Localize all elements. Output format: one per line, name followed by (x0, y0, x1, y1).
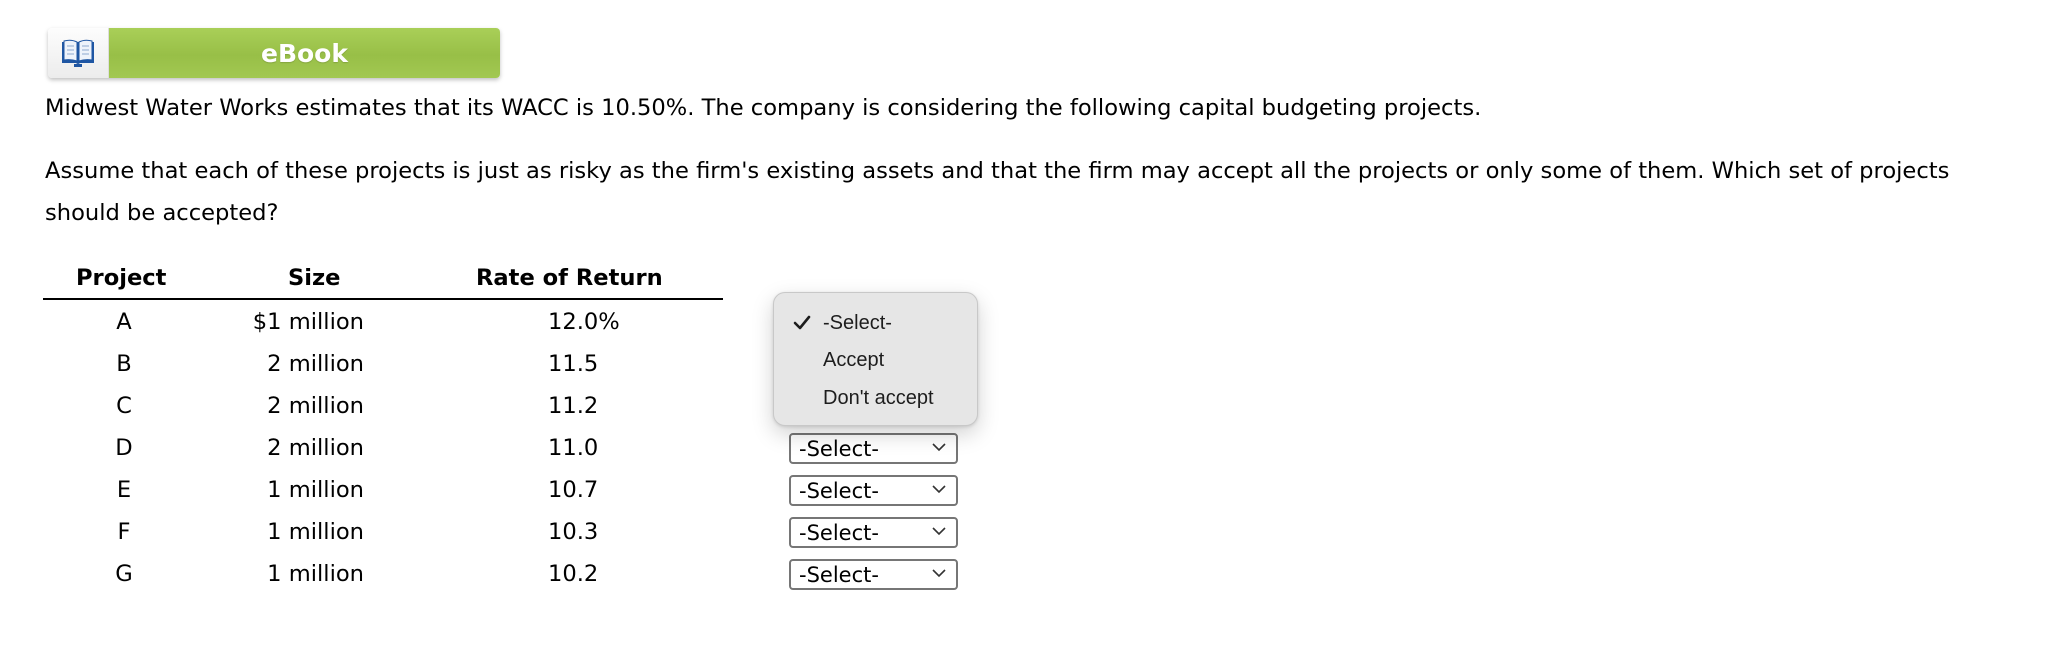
header-rate-of-return: Rate of Return (476, 265, 663, 291)
chevron-down-icon (932, 569, 946, 578)
table-row: A $1 million 12.0% (43, 300, 723, 342)
table-row: G 1 million 10.2 (43, 552, 723, 594)
chevron-down-icon (932, 485, 946, 494)
cell-project: F (117, 519, 131, 545)
cell-size: 2 million (267, 351, 364, 377)
select-project-e[interactable]: -Select- (789, 475, 958, 506)
table-row: C 2 million 11.2 (43, 384, 723, 426)
ebook-label-box: eBook (109, 28, 500, 78)
cell-size: 2 million (267, 393, 364, 419)
open-book-icon (62, 39, 94, 67)
cell-rate: 11.0 (548, 435, 599, 461)
projects-table: Project Size Rate of Return A $1 million… (43, 258, 723, 594)
chevron-down-icon (932, 443, 946, 452)
cell-size: 1 million (267, 519, 364, 545)
cell-rate: 10.7 (548, 477, 599, 503)
dropdown-popup: -Select- Accept Don't accept (773, 292, 978, 426)
cell-size: 1 million (267, 561, 364, 587)
cell-rate: 10.3 (548, 519, 599, 545)
select-value: -Select- (799, 437, 879, 461)
chevron-down-icon (932, 527, 946, 536)
select-value: -Select- (799, 521, 879, 545)
cell-project: D (115, 435, 133, 461)
option-select[interactable]: -Select- (774, 305, 977, 341)
ebook-button[interactable]: eBook (48, 28, 500, 78)
option-label: -Select- (823, 312, 892, 334)
option-accept[interactable]: Accept (774, 342, 977, 378)
table-row: B 2 million 11.5 (43, 342, 723, 384)
cell-rate: 12.0% (548, 309, 620, 335)
select-value: -Select- (799, 479, 879, 503)
table-header: Project Size Rate of Return (43, 258, 723, 300)
cell-size: 1 million (267, 477, 364, 503)
select-project-g[interactable]: -Select- (789, 559, 958, 590)
question-prompt: Assume that each of these projects is ju… (45, 158, 1950, 226)
option-label: Don't accept (823, 387, 934, 409)
cell-size: $1 million (252, 309, 364, 335)
cell-project: C (116, 393, 132, 419)
cell-project: E (116, 477, 132, 503)
ebook-icon-box (48, 28, 109, 78)
select-project-f[interactable]: -Select- (789, 517, 958, 548)
cell-project: G (115, 561, 133, 587)
cell-project: A (116, 309, 132, 335)
checkmark-icon (793, 315, 811, 330)
cell-rate: 11.5 (548, 351, 599, 377)
question-intro: Midwest Water Works estimates that its W… (45, 95, 1482, 121)
cell-rate: 10.2 (548, 561, 599, 587)
header-project: Project (76, 265, 167, 291)
cell-size: 2 million (267, 435, 364, 461)
header-size: Size (288, 265, 341, 291)
cell-rate: 11.2 (548, 393, 599, 419)
table-row: D 2 million 11.0 (43, 426, 723, 468)
ebook-label: eBook (261, 38, 348, 68)
table-row: E 1 million 10.7 (43, 468, 723, 510)
option-label: Accept (823, 349, 885, 371)
select-project-d[interactable]: -Select- (789, 433, 958, 464)
table-row: F 1 million 10.3 (43, 510, 723, 552)
cell-project: B (116, 351, 132, 377)
option-dont-accept[interactable]: Don't accept (774, 380, 977, 416)
select-value: -Select- (799, 563, 879, 587)
